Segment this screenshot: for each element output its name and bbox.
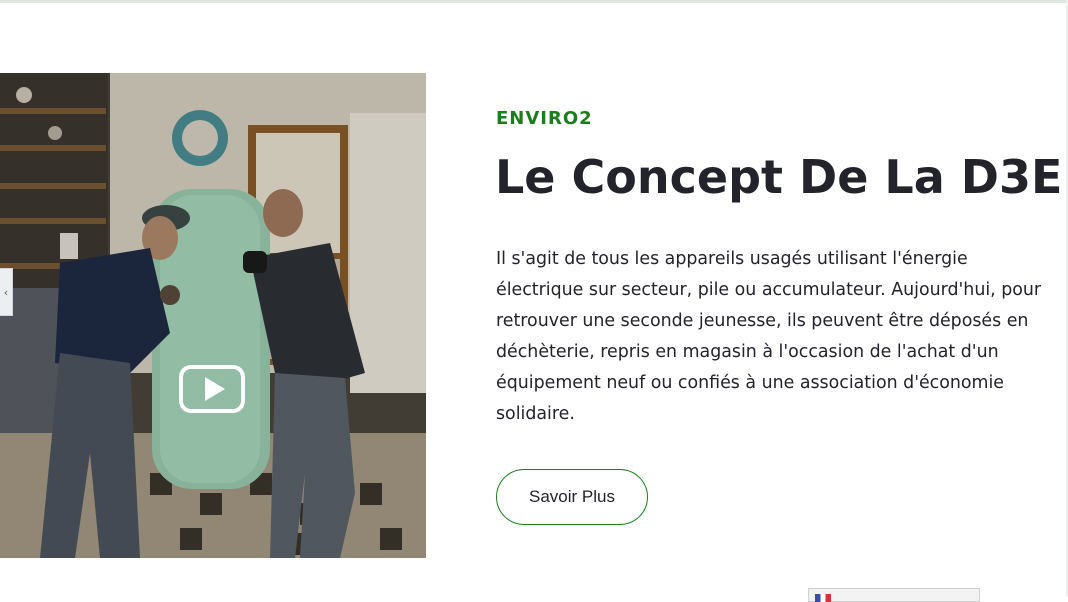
- play-icon: [204, 377, 225, 401]
- play-button[interactable]: [179, 365, 245, 413]
- flag-icon: [815, 594, 831, 602]
- video-thumbnail[interactable]: [0, 73, 426, 558]
- page-title: Le Concept De La D3E: [495, 150, 1063, 204]
- savoir-plus-button[interactable]: Savoir Plus: [496, 469, 648, 525]
- side-panel-toggle[interactable]: ‹: [0, 268, 13, 316]
- savoir-plus-label: Savoir Plus: [529, 487, 615, 506]
- video-scene: [0, 73, 426, 558]
- language-selector[interactable]: [808, 588, 980, 602]
- top-border: [0, 0, 1068, 3]
- section-eyebrow: ENVIRO2: [496, 108, 593, 129]
- section-description: Il s'agit de tous les appareils usagés u…: [496, 249, 1042, 424]
- chevron-left-icon: ‹: [3, 285, 9, 299]
